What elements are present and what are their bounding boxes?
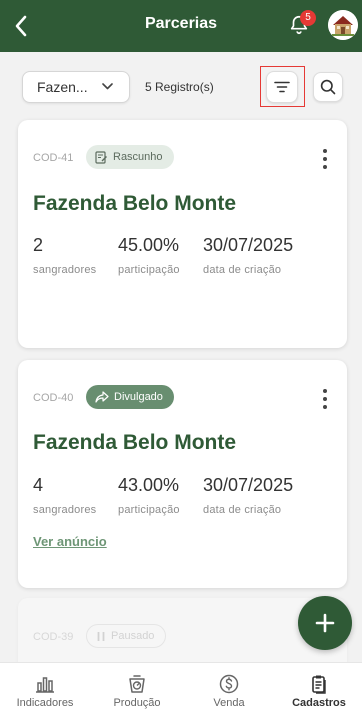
nav-item-producao[interactable]: Produção [92, 663, 182, 716]
scale-icon [129, 675, 145, 693]
clipboard-icon [312, 675, 326, 694]
dollar-icon [219, 674, 239, 694]
more-options-icon[interactable] [321, 149, 329, 169]
filter-button[interactable] [266, 71, 298, 103]
stat-value: 30/07/2025 [203, 475, 294, 495]
pause-icon [97, 631, 105, 641]
plus-icon [315, 613, 335, 633]
add-partnership-button[interactable] [298, 596, 352, 650]
nav-label: Indicadores [16, 697, 74, 709]
stat-value: 45.00% [118, 235, 180, 255]
stat-value: 43.00% [118, 475, 180, 495]
record-count: 5 Registro(s) [145, 80, 214, 94]
stat-label: sangradores [33, 504, 97, 516]
nav-item-venda[interactable]: Venda [184, 663, 274, 716]
view-listing-link[interactable]: Ver anúncio [33, 534, 107, 549]
filter-icon [274, 81, 290, 93]
notification-badge: 5 [300, 10, 316, 26]
search-button[interactable] [313, 72, 343, 102]
share-icon [95, 391, 109, 403]
stat-label: data de criação [203, 264, 282, 276]
farm-select[interactable]: Fazen... [22, 71, 130, 103]
list-toolbar: Fazen... 5 Registro(s) [0, 52, 362, 120]
stat-label: participação [118, 504, 180, 516]
farm-select-value: Fazen... [37, 79, 88, 95]
partnership-card[interactable]: COD-40 Divulgado Fazenda Belo Monte 4 sa… [18, 360, 347, 588]
nav-label: Venda [213, 697, 245, 709]
stat-label: participação [118, 264, 180, 276]
partnership-card[interactable]: COD-41 Rascunho Fazenda Belo Monte 2 san… [18, 120, 347, 348]
stat-value: 4 [33, 475, 44, 495]
nav-label: Cadastros [292, 697, 346, 709]
nav-label: Produção [113, 697, 161, 709]
card-code: COD-41 [33, 152, 74, 164]
stat-label: sangradores [33, 264, 97, 276]
status-badge: Rascunho [86, 145, 174, 169]
status-label: Rascunho [113, 151, 163, 163]
card-title: Fazenda Belo Monte [33, 192, 237, 215]
bar-chart-icon [36, 677, 54, 693]
card-code: COD-40 [33, 392, 74, 404]
status-label: Divulgado [114, 391, 163, 403]
status-label: Pausado [111, 630, 155, 642]
farmhouse-icon [328, 10, 358, 40]
stat-label: data de criação [203, 504, 282, 516]
nav-item-indicadores[interactable]: Indicadores [0, 663, 90, 716]
card-code: COD-39 [33, 631, 74, 643]
nav-item-cadastros[interactable]: Cadastros [276, 663, 362, 716]
edit-document-icon [95, 150, 107, 164]
stat-value: 30/07/2025 [203, 235, 294, 255]
search-icon [320, 79, 336, 95]
chevron-down-icon [102, 83, 113, 90]
more-options-icon[interactable] [321, 389, 329, 409]
card-title: Fazenda Belo Monte [33, 431, 237, 454]
avatar[interactable] [328, 10, 358, 40]
stat-value: 2 [33, 235, 44, 255]
app-header: Parcerias 5 [0, 0, 362, 52]
status-badge: Divulgado [86, 385, 174, 409]
status-badge: Pausado [86, 624, 167, 648]
bottom-nav: Indicadores Produção Venda Cadastros [0, 662, 362, 716]
